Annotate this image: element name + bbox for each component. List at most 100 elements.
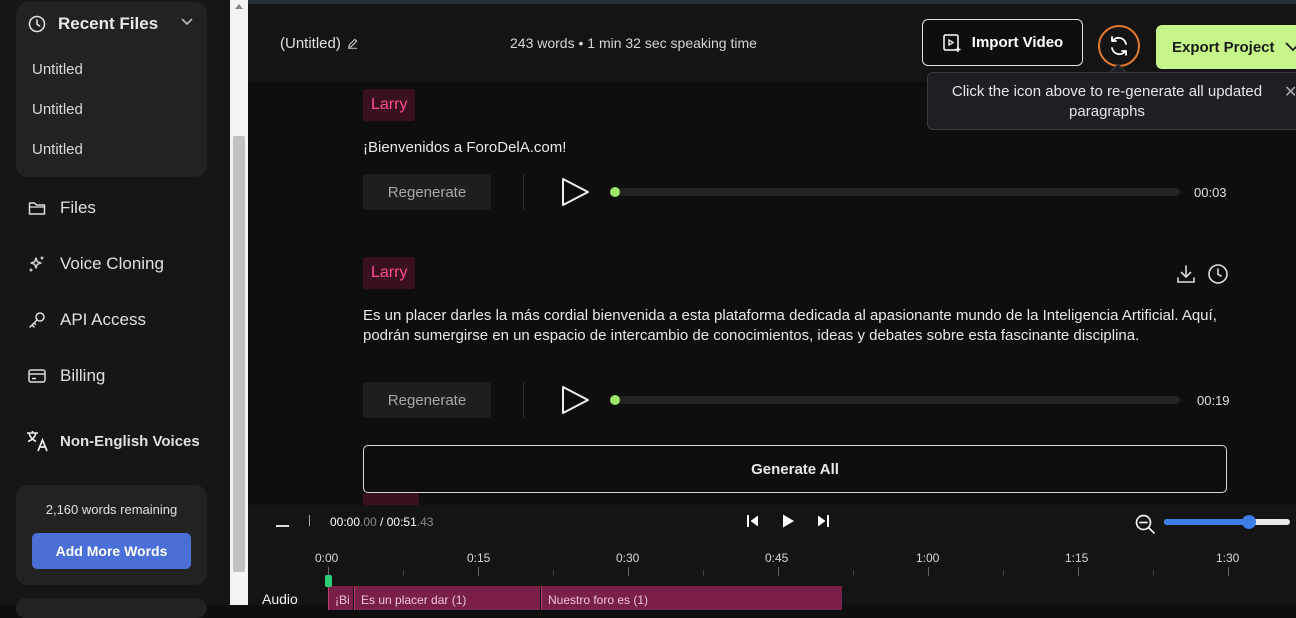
chevron-down-icon	[1284, 42, 1296, 52]
clock-icon	[28, 15, 46, 33]
play-icon[interactable]	[559, 177, 591, 207]
history-clock-icon[interactable]	[1207, 263, 1229, 285]
word-stats: 243 words • 1 min 32 sec speaking time	[510, 35, 757, 51]
folder-icon	[28, 202, 46, 215]
tick-label: 0:15	[467, 551, 491, 565]
regenerate-button[interactable]: Regenerate	[363, 174, 491, 210]
audio-clip[interactable]: ¡Bi	[328, 586, 353, 610]
sidebar-item-files[interactable]: Files	[28, 198, 96, 218]
regenerate-tooltip: Click the icon above to re-generate all …	[927, 72, 1296, 130]
tick-mark	[1003, 570, 1004, 576]
sidebar-item-label: Files	[60, 198, 96, 217]
progress-handle[interactable]	[610, 187, 620, 197]
recent-files-title: Recent Files	[58, 14, 159, 33]
audio-clip[interactable]: Es un placer dar (1)	[354, 586, 540, 610]
sidebar-item-non-english-voices[interactable]: Non-English Voices	[26, 430, 200, 452]
speaker-tag	[363, 493, 419, 505]
audio-progress-bar[interactable]	[610, 395, 1180, 405]
tick-label: 0:00	[315, 551, 339, 565]
sidebar-item-billing[interactable]: Billing	[28, 366, 105, 386]
zoom-out-icon[interactable]	[1134, 513, 1156, 535]
key-icon	[29, 312, 45, 328]
tick-mark	[853, 570, 854, 576]
time-separator: /	[376, 515, 387, 529]
divider	[309, 515, 310, 526]
scroll-thumb[interactable]	[233, 136, 245, 572]
tick-mark	[553, 570, 554, 576]
divider	[523, 174, 524, 210]
play-icon[interactable]	[559, 385, 591, 415]
recent-file-item[interactable]: Untitled	[32, 101, 83, 118]
export-project-label: Export Project	[1172, 38, 1275, 56]
add-more-words-button[interactable]: Add More Words	[32, 533, 191, 569]
current-time-ms: .00	[360, 515, 377, 529]
regenerate-all-button[interactable]	[1098, 25, 1140, 67]
playhead-handle[interactable]	[325, 575, 332, 587]
generate-all-button[interactable]: Generate All	[363, 445, 1227, 493]
export-project-button[interactable]: Export Project	[1156, 25, 1296, 69]
zoom-slider[interactable]	[1164, 515, 1290, 529]
zoom-slider-fill	[1164, 519, 1250, 525]
recent-file-item[interactable]: Untitled	[32, 141, 83, 158]
tick-label: 0:45	[765, 551, 789, 565]
import-video-label: Import Video	[971, 34, 1064, 51]
timeline-panel: 00:00.00 / 00:51.43 0:00 0:15 0:30 0:45 …	[248, 505, 1296, 610]
card-icon	[28, 369, 46, 383]
close-icon[interactable]: ✕	[1284, 82, 1296, 102]
play-icon[interactable]	[780, 513, 796, 529]
sidebar-bottom-card	[16, 598, 207, 618]
paragraph-text[interactable]: ¡Bienvenidos a ForoDelA.com!	[363, 138, 1233, 158]
words-remaining-card: 2,160 words remaining Add More Words	[16, 485, 207, 585]
edit-pencil-icon[interactable]	[347, 38, 358, 49]
tick-label: 0:30	[616, 551, 640, 565]
sidebar-item-label: API Access	[60, 310, 146, 329]
skip-back-icon[interactable]	[746, 514, 760, 528]
collapse-timeline-button[interactable]	[276, 525, 289, 527]
audio-clip[interactable]: Nuestro foro es (1)	[541, 586, 842, 610]
sidebar-item-label: Voice Cloning	[60, 254, 164, 273]
zoom-slider-handle[interactable]	[1242, 515, 1256, 529]
video-add-icon	[943, 33, 961, 52]
tick-label: 1:15	[1065, 551, 1089, 565]
audio-progress-bar[interactable]	[610, 187, 1180, 197]
scroll-up-arrow-icon[interactable]	[235, 4, 243, 9]
sidebar-item-label: Non-English Voices	[60, 432, 200, 450]
sidebar-scrollbar[interactable]	[230, 0, 248, 605]
import-video-button[interactable]: Import Video	[922, 19, 1083, 66]
chevron-down-icon[interactable]	[181, 18, 193, 26]
tick-mark	[403, 570, 404, 576]
tick-label: 1:30	[1216, 551, 1240, 565]
progress-handle[interactable]	[610, 395, 620, 405]
divider	[523, 382, 524, 418]
tick-mark	[628, 567, 629, 576]
regenerate-button[interactable]: Regenerate	[363, 382, 491, 418]
sidebar-item-api-access[interactable]: API Access	[28, 310, 146, 330]
refresh-icon	[1111, 36, 1127, 56]
tick-label: 1:00	[916, 551, 940, 565]
paragraph-actions	[1175, 263, 1229, 285]
translate-icon	[27, 431, 48, 452]
sidebar-item-label: Billing	[60, 366, 106, 385]
total-time: 00:51	[386, 515, 417, 529]
recent-files-header[interactable]: Recent Files	[28, 14, 158, 34]
download-icon[interactable]	[1175, 263, 1197, 285]
playback-controls	[746, 513, 830, 529]
recent-files-card: Recent Files Untitled Untitled Untitled	[16, 2, 207, 177]
tick-mark	[703, 570, 704, 576]
sidebar: Recent Files Untitled Untitled Untitled …	[0, 0, 230, 618]
duration-label: 00:03	[1194, 185, 1227, 200]
paragraph-text[interactable]: Es un placer darles la más cordial bienv…	[363, 306, 1233, 346]
timecode: 00:00.00 / 00:51.43	[330, 515, 433, 529]
duration-label: 00:19	[1197, 393, 1230, 408]
tick-mark	[778, 567, 779, 576]
skip-forward-icon[interactable]	[816, 514, 830, 528]
speaker-tag[interactable]: Larry	[363, 257, 416, 289]
project-title[interactable]: (Untitled)	[280, 35, 358, 52]
speaker-tag[interactable]: Larry	[363, 89, 416, 121]
current-time: 00:00	[330, 515, 361, 529]
tick-mark	[1228, 567, 1229, 576]
tick-mark	[1153, 570, 1154, 576]
sidebar-item-voice-cloning[interactable]: Voice Cloning	[28, 254, 164, 274]
tick-mark	[478, 567, 479, 576]
recent-file-item[interactable]: Untitled	[32, 61, 83, 78]
